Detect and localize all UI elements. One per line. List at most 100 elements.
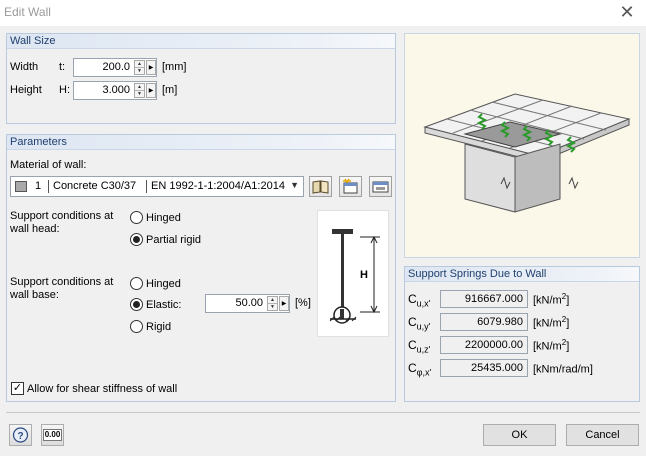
wall-3d-preview-icon [423,93,631,213]
width-label: Width [10,61,39,73]
base-label-2: wall base: [10,289,59,301]
spring-value: 916667.000 [440,290,528,308]
edit-material-button[interactable] [369,176,392,197]
spring-row: Cu,z' 2200000.00 [kN/m2] [405,335,639,355]
close-icon[interactable]: ✕ [616,1,638,23]
wall-size-group: Wall Size Width t: 200.0 ▲ ▼ ▶ [mm] Heigh… [6,33,396,124]
diagram-height-label: H [360,269,368,281]
height-spinner[interactable]: 3.000 ▲ ▼ ▶ [73,81,157,100]
height-symbol: H: [59,84,70,96]
height-next-icon[interactable]: ▶ [146,83,156,98]
spring-unit-end: ] [566,317,570,330]
support-springs-header: Support Springs Due to Wall [405,267,639,282]
footer-divider [6,412,640,413]
cancel-button[interactable]: Cancel [566,424,639,446]
ok-button[interactable]: OK [483,424,556,446]
new-item-icon [343,178,358,194]
new-material-button[interactable] [339,176,362,197]
spring-symbol: C [408,315,417,329]
shear-stiffness-checkbox[interactable]: ✓ [11,382,24,395]
width-stepper[interactable]: ▲ ▼ [134,60,145,75]
head-partial-rigid-label[interactable]: Partial rigid [146,234,201,246]
spring-subscript: u,x' [416,298,431,309]
base-hinged-label[interactable]: Hinged [146,278,181,290]
spring-symbol: C [408,338,417,352]
window-title: Edit Wall [4,5,51,19]
material-number: 1 [35,180,42,192]
wall-size-title: Wall Size [10,35,56,47]
shear-stiffness-label[interactable]: Allow for shear stiffness of wall [27,383,177,395]
spring-unit-end: ] [566,340,570,353]
edit-icon [372,181,389,193]
spin-down-icon[interactable]: ▼ [268,304,277,311]
material-library-button[interactable] [309,176,332,197]
height-stepper[interactable]: ▲ ▼ [134,83,145,98]
spring-unit: [kN/m [533,317,562,330]
material-standard: EN 1992-1-1:2004/A1:2014 [151,180,285,192]
head-hinged-label[interactable]: Hinged [146,212,181,224]
head-partial-rigid-radio[interactable] [130,233,143,246]
head-hinged-radio[interactable] [130,211,143,224]
spring-row: Cu,x' 916667.000 [kN/m2] [405,289,639,309]
support-diagram: H [317,210,389,337]
spin-up-icon[interactable]: ▲ [135,84,144,91]
wall-size-header: Wall Size [7,34,395,49]
elastic-value[interactable]: 50.00 [235,297,263,309]
help-icon: ? [12,427,29,443]
spring-row: Cu,y' 6079.980 [kN/m2] [405,312,639,332]
material-select[interactable]: 1 Concrete C30/37 EN 1992-1-1:2004/A1:20… [10,176,304,197]
elastic-unit: [%] [295,297,311,309]
spin-up-icon[interactable]: ▲ [135,61,144,68]
elastic-spinner[interactable]: 50.00 ▲ ▼ ▶ [205,294,290,313]
width-spinner[interactable]: 200.0 ▲ ▼ ▶ [73,58,157,77]
elastic-next-icon[interactable]: ▶ [279,296,289,311]
support-springs-group: Support Springs Due to Wall Cu,x' 916667… [404,266,640,402]
chevron-down-icon[interactable]: ▼ [290,180,299,190]
parameters-group: Parameters Material of wall: 1 Concrete … [6,134,396,402]
base-elastic-label[interactable]: Elastic: [146,299,181,311]
height-unit: [m] [162,84,178,96]
spring-value: 2200000.00 [440,336,528,354]
spring-unit: [kNm/rad/m] [533,363,593,376]
support-springs-title: Support Springs Due to Wall [408,268,547,280]
zero-values-icon: 0.00 [43,429,62,441]
spring-unit-end: ] [566,294,570,307]
material-color-swatch [15,181,27,192]
parameters-title: Parameters [10,136,67,148]
width-unit: [mm] [162,61,187,73]
head-label-2: wall head: [10,223,60,235]
spring-subscript: u,y' [416,321,431,332]
spin-up-icon[interactable]: ▲ [268,297,277,304]
material-name: Concrete C30/37 [53,180,137,192]
title-bar: Edit Wall ✕ [0,0,646,26]
svg-text:?: ? [18,431,24,442]
width-value[interactable]: 200.0 [102,61,130,73]
base-hinged-radio[interactable] [130,277,143,290]
height-value[interactable]: 3.000 [102,84,130,96]
parameters-header: Parameters [7,135,395,150]
base-elastic-radio[interactable] [130,298,143,311]
elastic-stepper[interactable]: ▲ ▼ [267,296,278,311]
base-rigid-radio[interactable] [130,320,143,333]
spring-row: Cφ,x' 25435.000 [kNm/rad/m] [405,358,639,378]
spring-subscript: φ,x' [416,367,432,378]
wall-preview-image [404,33,640,258]
width-symbol: t: [59,61,66,73]
spring-unit: [kN/m [533,340,562,353]
width-next-icon[interactable]: ▶ [146,60,156,75]
base-rigid-label[interactable]: Rigid [146,321,171,333]
height-label: Height [10,84,42,96]
spring-value: 6079.980 [440,313,528,331]
spring-unit: [kN/m [533,294,562,307]
base-label-1: Support conditions at [10,276,114,288]
spin-down-icon[interactable]: ▼ [135,68,144,75]
wall-support-diagram-icon [329,229,380,324]
book-icon [312,180,329,194]
spin-down-icon[interactable]: ▼ [135,91,144,98]
head-label-1: Support conditions at [10,210,114,222]
spring-symbol: C [408,292,417,306]
spring-value: 25435.000 [440,359,528,377]
help-button[interactable]: ? [9,424,32,446]
zero-values-button[interactable]: 0.00 [41,424,64,446]
material-label: Material of wall: [10,159,87,171]
